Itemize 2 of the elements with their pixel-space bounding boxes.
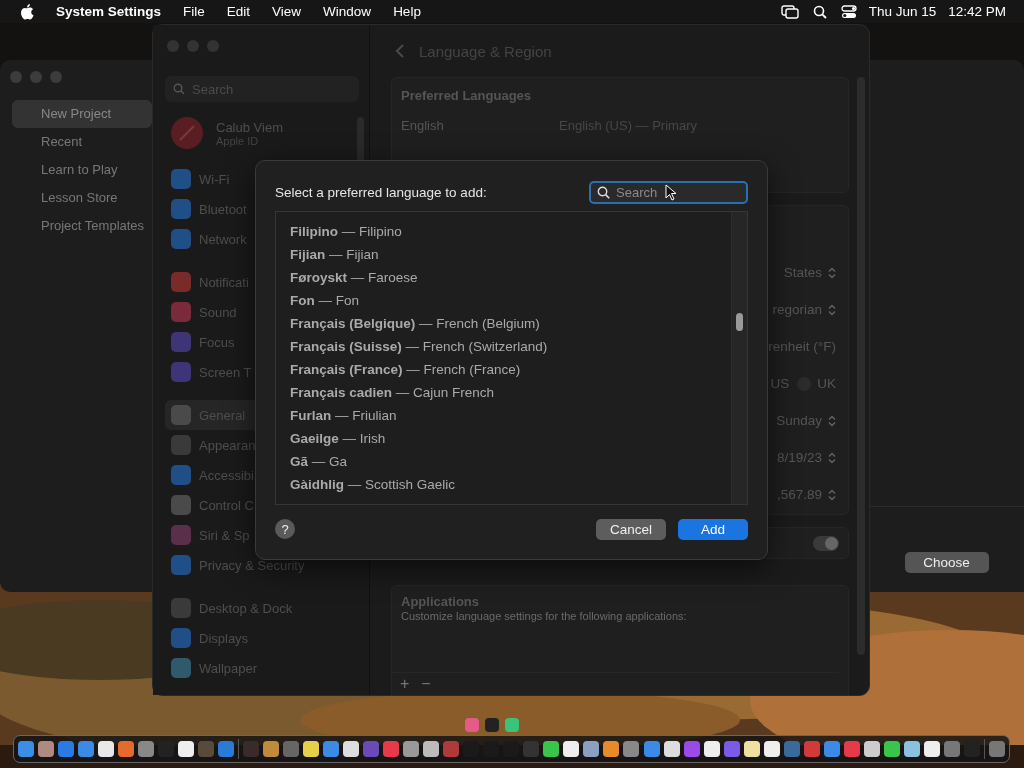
dialog-prompt: Select a preferred language to add: bbox=[275, 184, 487, 200]
section-description: Customize language settings for the following applications: bbox=[401, 610, 688, 622]
